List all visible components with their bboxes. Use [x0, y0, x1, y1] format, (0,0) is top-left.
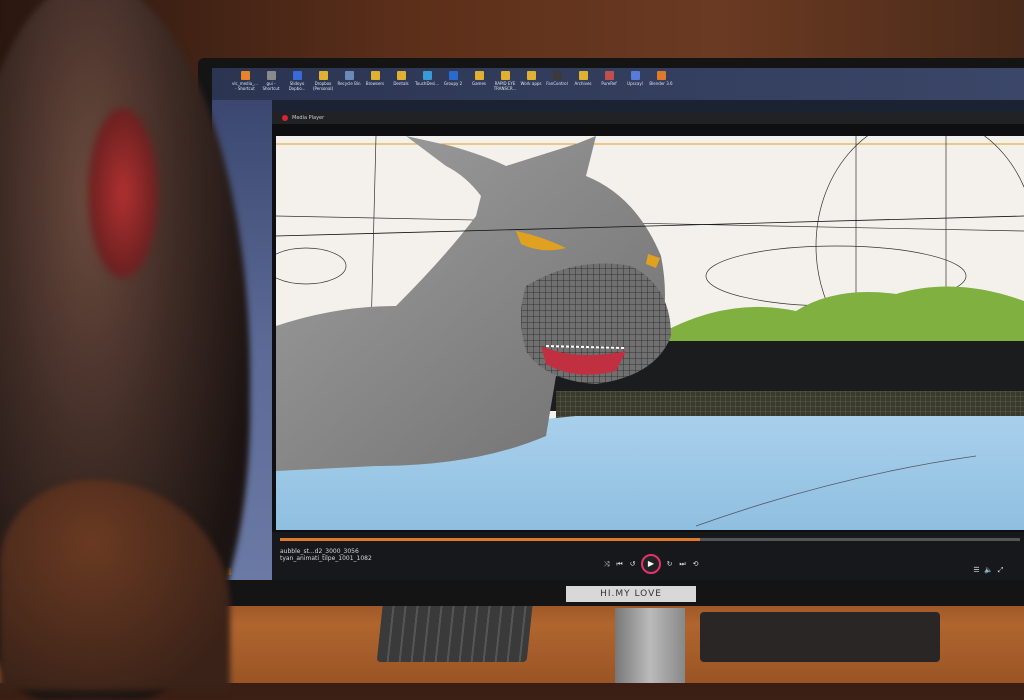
desktop-icon-top[interactable]: vlc_media_... - Shortcut	[232, 68, 258, 100]
desktop-icon-top[interactable]: Games	[466, 68, 492, 100]
desktop-app-icon	[266, 71, 276, 80]
desktop-icon-top[interactable]: Work apps	[518, 68, 544, 100]
desktop-icon-label: Upscayl	[627, 81, 643, 86]
desktop-app-icon	[656, 71, 666, 80]
desktop-app-icon	[240, 71, 250, 80]
desktop-icon-top[interactable]: FanControl	[544, 68, 570, 100]
playlist-icon[interactable]: ☰	[972, 566, 981, 575]
desktop-icon-label: Slidoyo Dopbo...	[288, 81, 306, 91]
desktop-icon-label: gui - Shortcut	[262, 81, 280, 91]
desktop-app-icon	[578, 71, 588, 80]
player-right-controls: ☰ 🔈 ⤢	[972, 566, 1022, 576]
desktop-icon-label: Archives	[574, 81, 592, 86]
desktop-icon-label: Blender 3.6	[649, 81, 673, 86]
blender-scene-frame	[276, 136, 1024, 530]
monitor-stand-base	[700, 612, 940, 662]
desktop-app-icon	[292, 71, 302, 80]
monitor-label: HI.MY LOVE	[566, 586, 696, 602]
desktop-icon-label: FanControl	[546, 81, 568, 86]
media-player-app-icon	[282, 115, 288, 121]
desktop-icon-label: Work apps	[520, 81, 542, 86]
file-name-display: aubble_st...d2_3000_3056 tyan_animati_ti…	[280, 548, 520, 562]
desktop-icon-top[interactable]: Archives	[570, 68, 596, 100]
media-player-controls: aubble_st...d2_3000_3056 tyan_animati_ti…	[272, 532, 1024, 580]
desktop-icon-row: vlc_media_... - Shortcut gui - Shortcut Sl…	[212, 68, 1024, 100]
desktop-app-icon	[630, 71, 640, 80]
desktop-icon-top[interactable]: Upscayl	[622, 68, 648, 100]
timeline-progress	[280, 538, 700, 541]
desktop-icon-top[interactable]: Slidoyo Dopbo...	[284, 68, 310, 100]
desktop-icon-top[interactable]: Recycle Bin	[336, 68, 362, 100]
desktop-app-icon	[422, 71, 432, 80]
desktop-icon-label: PureRef	[601, 81, 617, 86]
desktop-app-icon	[526, 71, 536, 80]
desktop-icon-label: Dentals	[393, 81, 409, 86]
desktop-app-icon	[474, 71, 484, 80]
desktop-icon-label: Recycle Bin	[337, 81, 361, 86]
desktop-icon-label: RAPID EYE TRANSCR...	[493, 81, 517, 91]
fullscreen-icon[interactable]: ⤢	[996, 566, 1005, 575]
desktop-app-icon	[448, 71, 458, 80]
desktop-app-icon	[396, 71, 406, 80]
timeline-scrubber[interactable]	[280, 538, 1020, 541]
video-viewport[interactable]	[276, 136, 1024, 530]
person-ear	[88, 108, 158, 278]
desktop-icon-label: Dropbox (Personal)	[312, 81, 334, 91]
desktop-app-icon	[500, 71, 510, 80]
desktop-app-icon	[370, 71, 380, 80]
desktop-icon-label: vlc_media_... - Shortcut	[232, 81, 258, 91]
forward-icon[interactable]: ↻	[665, 560, 674, 569]
desktop-icon-top[interactable]: Browsers	[362, 68, 388, 100]
desktop-app-icon	[344, 71, 354, 80]
desktop-icon-top[interactable]: Dentals	[388, 68, 414, 100]
transport-controls: ⤨ ⏮ ↺ ▶ ↻ ⏭ ⟲	[602, 554, 722, 574]
volume-icon[interactable]: 🔈	[984, 566, 993, 575]
desktop-icon-label: Groupy 2	[443, 81, 463, 86]
desktop-icon-label: TouchDesi...	[414, 81, 440, 86]
media-player-titlebar[interactable]: Media Player	[272, 112, 1024, 124]
previous-icon[interactable]: ⏮	[615, 560, 624, 569]
desktop-app-icon	[604, 71, 614, 80]
desktop-icon-label: Games	[472, 81, 486, 86]
desktop-icon-top[interactable]: Dropbox (Personal)	[310, 68, 336, 100]
desktop-icon-top[interactable]: Groupy 2	[440, 68, 466, 100]
desktop-icon-top[interactable]: RAPID EYE TRANSCR...	[492, 68, 518, 100]
desktop-screen: vlc_media_... - Shortcut gui - Shortcut Sl…	[212, 68, 1024, 580]
repeat-icon[interactable]: ⟲	[691, 560, 700, 569]
desktop-icon-label: Browsers	[365, 81, 385, 86]
file-name-line-1: aubble_st...d2_3000_3056	[280, 548, 359, 555]
desktop-icon-top[interactable]: Blender 3.6	[648, 68, 674, 100]
shuffle-icon[interactable]: ⤨	[602, 560, 611, 569]
desktop-icon-top[interactable]: PureRef	[596, 68, 622, 100]
keyboard	[376, 598, 534, 662]
play-button[interactable]: ▶	[641, 554, 661, 574]
next-icon[interactable]: ⏭	[678, 560, 687, 569]
media-player-title: Media Player	[292, 115, 325, 121]
rewind-icon[interactable]: ↺	[628, 560, 637, 569]
file-name-line-2: tyan_animati_tilpe_1001_1082	[280, 555, 372, 562]
media-player-window[interactable]: Media Player aubble_st...d2_3000_3056 ty…	[272, 112, 1024, 580]
monitor-stand	[615, 608, 685, 683]
desktop-app-icon	[552, 71, 562, 80]
desktop-app-icon	[318, 71, 328, 80]
desktop-icon-top[interactable]: TouchDesi...	[414, 68, 440, 100]
desktop-icon-top[interactable]: gui - Shortcut	[258, 68, 284, 100]
